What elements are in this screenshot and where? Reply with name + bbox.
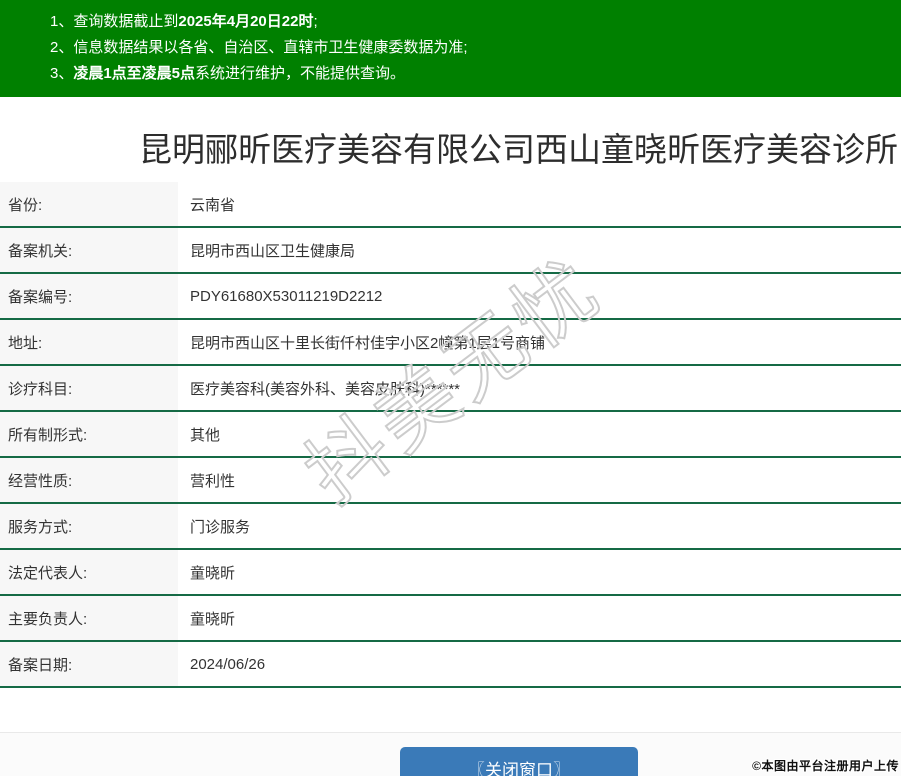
row-value: 童晓昕 (178, 550, 901, 594)
row-value: 医疗美容科(美容外科、美容皮肤科)****** (178, 366, 901, 410)
table-row: 法定代表人: 童晓昕 (0, 550, 901, 596)
table-row: 省份: 云南省 (0, 182, 901, 228)
table-row: 所有制形式: 其他 (0, 412, 901, 458)
row-label: 地址: (0, 320, 178, 364)
row-label: 法定代表人: (0, 550, 178, 594)
row-label: 服务方式: (0, 504, 178, 548)
row-label: 省份: (0, 182, 178, 226)
table-row: 地址: 昆明市西山区十里长街仟村佳宇小区2幢第1层1号商铺 (0, 320, 901, 366)
row-label: 备案机关: (0, 228, 178, 272)
table-row: 经营性质: 营利性 (0, 458, 901, 504)
notice-bold-text: 凌晨1点至凌晨5点 (73, 65, 196, 82)
row-value: PDY61680X53011219D2212 (178, 274, 901, 318)
row-value: 2024/06/26 (178, 642, 901, 686)
notice-text: 查询数据截止到 (73, 13, 179, 30)
table-row: 诊疗科目: 医疗美容科(美容外科、美容皮肤科)****** (0, 366, 901, 412)
notice-text-after: ; (313, 13, 318, 30)
row-value: 营利性 (178, 458, 901, 502)
notice-text: 信息数据结果以各省、自治区、直辖市卫生健康委数据为准; (73, 39, 468, 56)
table-row: 主要负责人: 童晓昕 (0, 596, 901, 642)
table-row: 服务方式: 门诊服务 (0, 504, 901, 550)
table-row: 备案机关: 昆明市西山区卫生健康局 (0, 228, 901, 274)
notice-text-after: 系统进行维护，不能提供查询。 (195, 65, 406, 82)
info-table: 省份: 云南省 备案机关: 昆明市西山区卫生健康局 备案编号: PDY61680… (0, 182, 901, 688)
page: 1、查询数据截止到2025年4月20日22时; 2、信息数据结果以各省、自治区、… (0, 0, 901, 776)
notice-number: 2、 (50, 39, 74, 56)
close-window-button[interactable]: 〖关闭窗口〗 (400, 747, 638, 776)
notice-line: 1、查询数据截止到2025年4月20日22时; (50, 9, 901, 35)
row-value: 童晓昕 (178, 596, 901, 640)
notice-bold-text: 2025年4月20日22时 (178, 13, 314, 30)
row-value: 昆明市西山区十里长街仟村佳宇小区2幢第1层1号商铺 (178, 320, 901, 364)
uploader-credit: ©本图由平台注册用户上传 (752, 759, 899, 773)
notice-line: 2、信息数据结果以各省、自治区、直辖市卫生健康委数据为准; (50, 35, 901, 61)
notice-number: 1、 (50, 13, 74, 30)
row-value: 其他 (178, 412, 901, 456)
row-label: 诊疗科目: (0, 366, 178, 410)
row-label: 备案日期: (0, 642, 178, 686)
row-value: 云南省 (178, 182, 901, 226)
page-title: 昆明郦昕医疗美容有限公司西山童晓昕医疗美容诊所 (139, 131, 898, 168)
row-value: 门诊服务 (178, 504, 901, 548)
row-label: 备案编号: (0, 274, 178, 318)
notice-number: 3、 (50, 65, 74, 82)
notice-bar: 1、查询数据截止到2025年4月20日22时; 2、信息数据结果以各省、自治区、… (0, 0, 901, 97)
table-row: 备案编号: PDY61680X53011219D2212 (0, 274, 901, 320)
notice-line: 3、凌晨1点至凌晨5点系统进行维护，不能提供查询。 (50, 61, 901, 87)
table-row: 备案日期: 2024/06/26 (0, 642, 901, 688)
row-label: 主要负责人: (0, 596, 178, 640)
row-label: 所有制形式: (0, 412, 178, 456)
row-label: 经营性质: (0, 458, 178, 502)
row-value: 昆明市西山区卫生健康局 (178, 228, 901, 272)
